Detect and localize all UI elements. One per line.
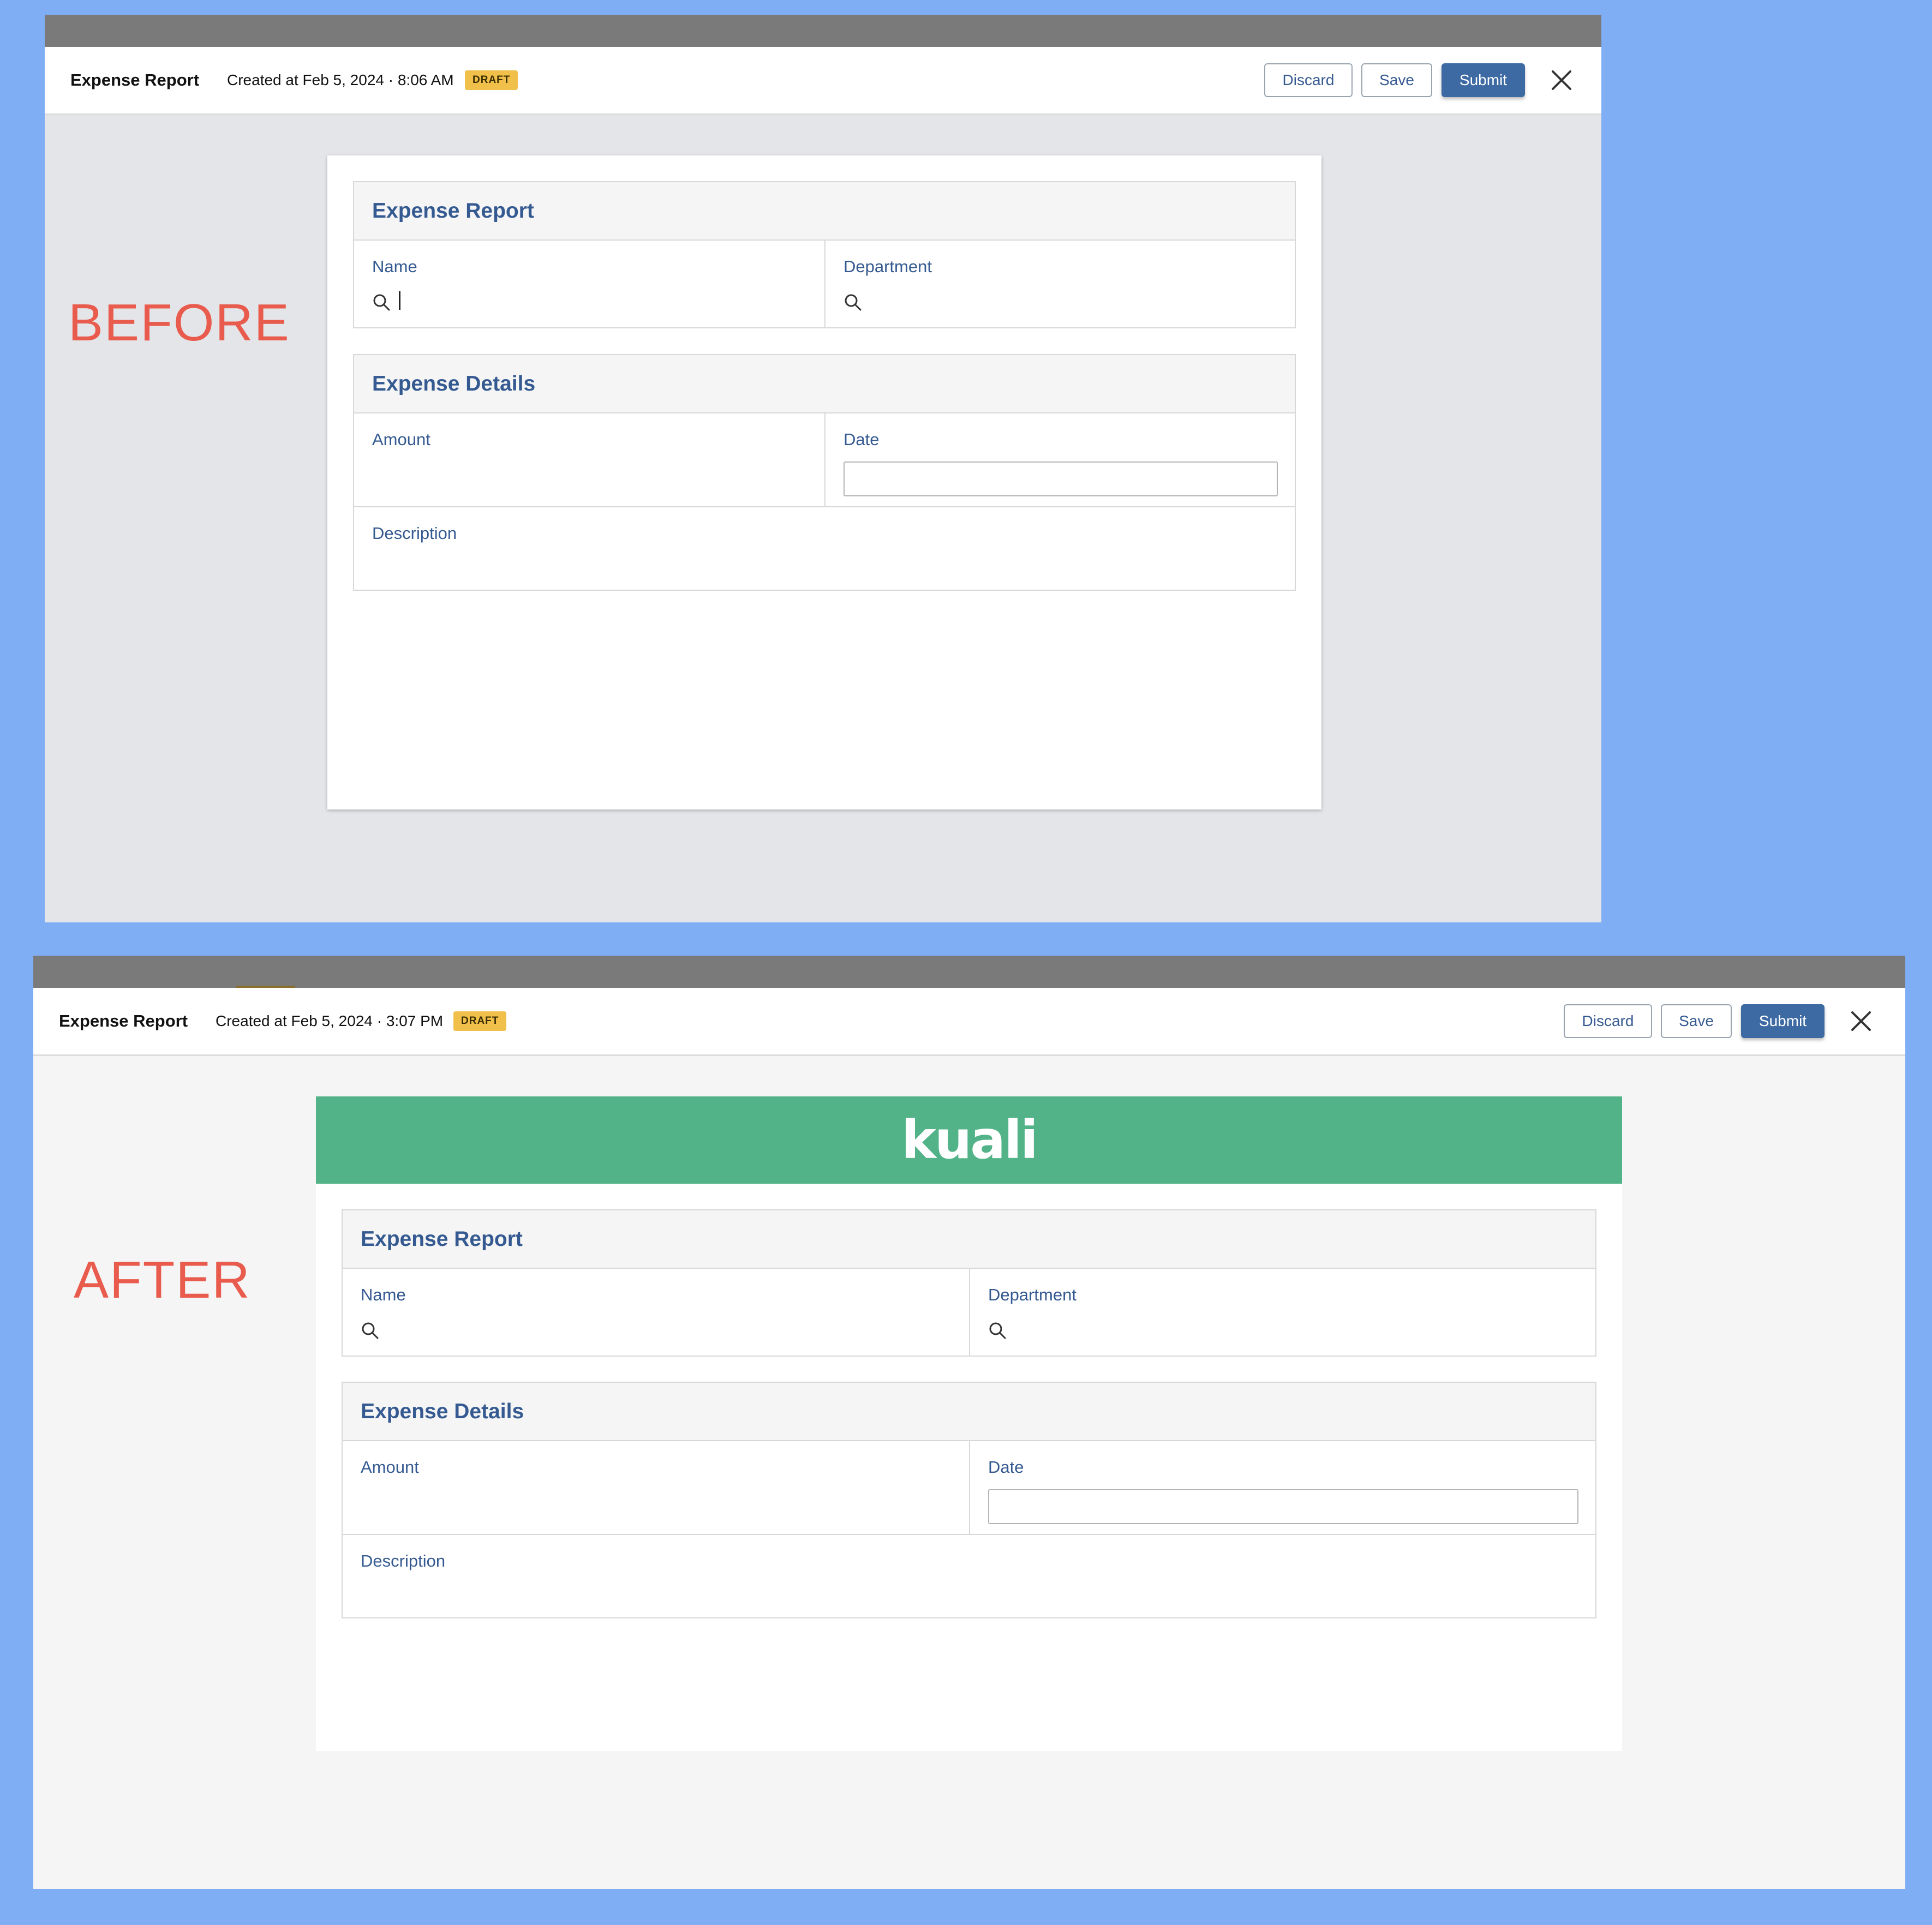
department-label: Department <box>988 1285 1076 1304</box>
amount-label: Amount <box>361 1458 419 1477</box>
submit-button[interactable]: Submit <box>1441 63 1525 97</box>
before-label: BEFORE <box>68 293 290 352</box>
section-expense-details: Expense Details Amount Date Description <box>342 1382 1596 1618</box>
text-cursor <box>399 291 400 310</box>
department-field[interactable]: Department <box>970 1269 1596 1357</box>
amount-label: Amount <box>372 430 430 449</box>
after-label: AFTER <box>74 1251 251 1309</box>
section-title: Expense Details <box>354 355 1295 413</box>
date-input[interactable] <box>844 461 1278 496</box>
date-field: Date <box>826 413 1296 506</box>
save-button[interactable]: Save <box>1361 63 1432 97</box>
amount-field[interactable]: Amount <box>343 1441 969 1534</box>
created-timestamp: Created at Feb 5, 2024 · 8:06 AM <box>227 71 454 88</box>
section-title: Expense Report <box>343 1210 1595 1269</box>
app-title: Expense Report <box>59 1011 188 1030</box>
date-label: Date <box>988 1458 1024 1477</box>
discard-button[interactable]: Discard <box>1264 63 1353 97</box>
save-button[interactable]: Save <box>1661 1004 1732 1038</box>
submit-button[interactable]: Submit <box>1741 1004 1825 1038</box>
date-field: Date <box>970 1441 1596 1534</box>
section-expense-details: Expense Details Amount Date Description <box>353 354 1296 591</box>
app-title: Expense Report <box>70 70 200 89</box>
department-label: Department <box>844 257 932 276</box>
created-timestamp: Created at Feb 5, 2024 · 3:07 PM <box>216 1012 444 1029</box>
close-icon[interactable] <box>1849 1009 1873 1033</box>
search-icon <box>373 294 390 311</box>
form-card: kuali Expense Report Name Department Exp… <box>316 1096 1622 1751</box>
description-field[interactable]: Description <box>343 1535 1596 1618</box>
browser-chrome-bar <box>33 956 1905 988</box>
section-expense-report: Expense Report Name Department <box>353 181 1296 328</box>
status-badge: DRAFT <box>465 70 518 90</box>
discard-button[interactable]: Discard <box>1564 1004 1652 1038</box>
date-input[interactable] <box>988 1489 1578 1524</box>
department-field[interactable]: Department <box>826 241 1296 328</box>
close-icon[interactable] <box>1550 68 1574 92</box>
name-field[interactable]: Name <box>343 1269 969 1357</box>
search-icon <box>362 1322 379 1339</box>
name-field[interactable]: Name <box>354 241 824 328</box>
date-label: Date <box>844 430 880 449</box>
description-label: Description <box>361 1551 446 1570</box>
status-badge: DRAFT <box>453 1011 507 1031</box>
app-header: Expense Report Created at Feb 5, 2024 · … <box>33 988 1905 1056</box>
before-screenshot-panel: Expense Report Created at Feb 5, 2024 · … <box>45 15 1601 922</box>
section-expense-report: Expense Report Name Department <box>342 1209 1596 1357</box>
section-title: Expense Report <box>354 182 1295 241</box>
name-label: Name <box>372 257 417 276</box>
description-label: Description <box>372 524 457 543</box>
app-header: Expense Report Created at Feb 5, 2024 · … <box>45 47 1601 115</box>
name-label: Name <box>361 1285 406 1304</box>
amount-field[interactable]: Amount <box>354 413 824 506</box>
after-screenshot-panel: Expense Report Created at Feb 5, 2024 · … <box>33 956 1905 1889</box>
kuali-logo: kuali <box>901 1110 1038 1171</box>
form-card: Expense Report Name Department Expense D… <box>327 155 1321 809</box>
description-field[interactable]: Description <box>354 507 1296 591</box>
kuali-banner: kuali <box>316 1096 1622 1184</box>
browser-chrome-bar <box>45 15 1601 47</box>
section-title: Expense Details <box>343 1383 1595 1441</box>
search-icon <box>989 1322 1006 1339</box>
search-icon <box>845 294 862 311</box>
